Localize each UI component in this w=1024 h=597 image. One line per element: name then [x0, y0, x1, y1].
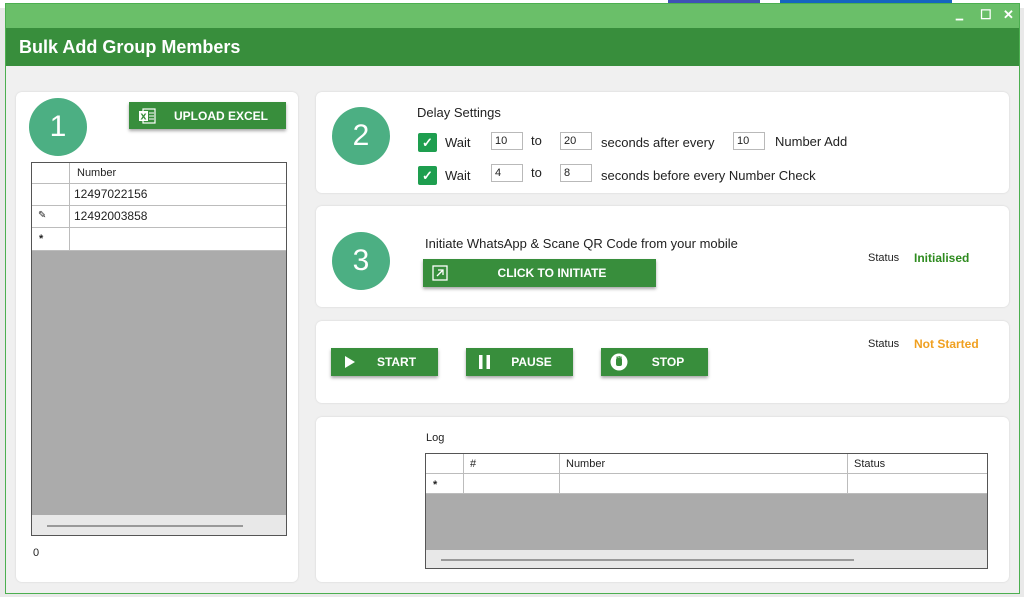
min-delay-check-input[interactable]: 4 — [491, 164, 523, 182]
start-label: START — [376, 355, 417, 369]
log-header-status: Status — [854, 458, 886, 470]
maximize-button[interactable]: ☐ — [980, 7, 992, 23]
log-horizontal-scrollbar[interactable] — [441, 559, 854, 561]
run-status-label: Status — [868, 338, 900, 350]
step-1-badge: 1 — [29, 98, 87, 156]
log-header-number: Number — [566, 458, 606, 470]
minimize-button[interactable]: ▁ — [956, 7, 963, 23]
title-bar: ▁ ☐ ✕ — [6, 4, 1019, 28]
initiate-status-label: Status — [868, 252, 900, 264]
horizontal-scrollbar[interactable] — [47, 525, 243, 527]
upload-excel-button[interactable]: X UPLOAD EXCEL — [129, 102, 286, 129]
run-status-value: Not Started — [914, 337, 979, 351]
seconds-after-every-label: seconds after every — [601, 135, 715, 150]
row-count: 0 — [33, 547, 40, 559]
initiate-status-value: Initialised — [914, 251, 970, 265]
initiate-panel: 3 Initiate WhatsApp & Scane QR Code from… — [316, 206, 1009, 307]
every-number-input[interactable]: 10 — [733, 132, 765, 150]
stop-button[interactable]: STOP — [601, 348, 708, 376]
delay-settings-panel: 2 Delay Settings ✓ Wait 10 to 20 seconds… — [316, 92, 1009, 193]
to-label: to — [531, 165, 542, 180]
new-row-marker: * — [39, 233, 44, 245]
to-label: to — [531, 133, 542, 148]
svg-text:X: X — [140, 112, 147, 121]
upload-panel: 1 X UPLOAD EXCEL Number 12497022156 ✎ 12… — [16, 92, 298, 582]
wait-check-checkbox[interactable]: ✓ — [418, 166, 437, 185]
log-grid[interactable]: # Number Status * — [425, 453, 988, 569]
external-link-icon — [432, 265, 448, 281]
step-2-badge: 2 — [332, 107, 390, 165]
initiate-button[interactable]: CLICK TO INITIATE — [423, 259, 656, 287]
wait-add-checkbox[interactable]: ✓ — [418, 133, 437, 152]
seconds-before-check-label: seconds before every Number Check — [601, 168, 816, 183]
pause-button[interactable]: PAUSE — [466, 348, 573, 376]
log-title: Log — [426, 432, 445, 444]
pause-label: PAUSE — [511, 355, 552, 369]
stop-label: STOP — [651, 355, 685, 369]
initiate-button-label: CLICK TO INITIATE — [497, 266, 607, 280]
number-add-label: Number Add — [775, 134, 848, 149]
stop-hand-icon — [610, 353, 628, 371]
step-3-badge: 3 — [332, 232, 390, 290]
max-delay-check-input[interactable]: 8 — [560, 164, 592, 182]
pause-icon — [479, 355, 490, 369]
wait-label: Wait — [445, 168, 471, 183]
min-delay-add-input[interactable]: 10 — [491, 132, 523, 150]
grid-cell-number[interactable]: 12497022156 — [74, 185, 147, 203]
grid-cell-number[interactable]: 12492003858 — [74, 207, 147, 225]
wait-label: Wait — [445, 135, 471, 150]
numbers-grid[interactable]: Number 12497022156 ✎ 12492003858 * — [31, 162, 287, 536]
page-title: Bulk Add Group Members — [6, 28, 1019, 66]
run-controls-panel: START PAUSE STOP Status Not Started — [316, 321, 1009, 403]
play-icon — [345, 356, 355, 368]
excel-icon: X — [138, 107, 156, 124]
app-window: ▁ ☐ ✕ Bulk Add Group Members 1 X UPLOAD … — [5, 3, 1020, 594]
max-delay-add-input[interactable]: 20 — [560, 132, 592, 150]
log-header-index: # — [470, 458, 477, 470]
delay-settings-title: Delay Settings — [417, 105, 501, 120]
upload-excel-label: UPLOAD EXCEL — [173, 108, 268, 123]
new-row-marker: * — [433, 479, 438, 491]
log-panel: Log # Number Status * — [316, 417, 1009, 582]
start-button[interactable]: START — [331, 348, 438, 376]
initiate-instruction: Initiate WhatsApp & Scane QR Code from y… — [425, 236, 738, 251]
edit-row-icon: ✎ — [38, 210, 47, 221]
grid-header-number: Number — [77, 167, 117, 179]
close-button[interactable]: ✕ — [1003, 7, 1014, 23]
